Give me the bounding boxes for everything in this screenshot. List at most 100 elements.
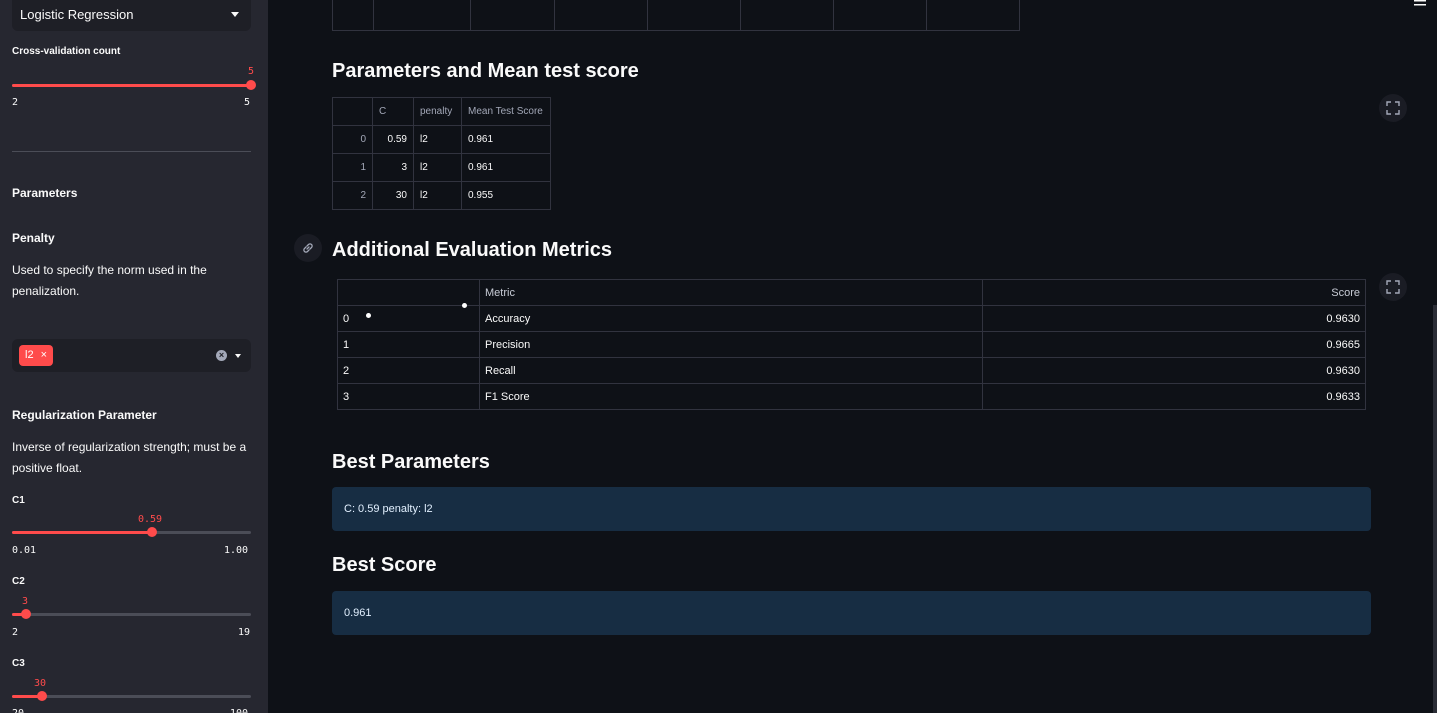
table-cell: F1 Score xyxy=(479,383,983,410)
table-header-row: C penalty Mean Test Score xyxy=(332,97,551,126)
c3-slider-value: 30 xyxy=(34,678,47,689)
c2-slider-max: 19 xyxy=(238,627,251,638)
cv-slider-thumb[interactable] xyxy=(246,80,256,90)
chevron-down-icon xyxy=(231,12,239,17)
table-cell: 0.59 xyxy=(372,125,414,154)
sidebar: Logistic Regression Cross-validation cou… xyxy=(0,0,268,713)
reg-help: Inverse of regularization strength; must… xyxy=(12,440,247,475)
menu-icon[interactable] xyxy=(1414,0,1426,8)
penalty-chip[interactable]: l2 × xyxy=(19,345,54,366)
penalty-multiselect[interactable]: l2 × × xyxy=(12,339,251,372)
c1-slider-min: 0.01 xyxy=(12,545,37,556)
best-score-box: 0.961 xyxy=(332,591,1371,635)
table-cell: 0 xyxy=(337,305,480,332)
table-cell: 0.961 xyxy=(461,153,551,182)
table-cell: Recall xyxy=(479,357,983,384)
table-row: 1 Precision 0.9665 xyxy=(337,331,1366,358)
c1-slider-value: 0.59 xyxy=(138,514,163,525)
table-cell: l2 xyxy=(413,125,462,154)
c2-label: C2 xyxy=(12,576,25,587)
table-cell: l2 xyxy=(413,153,462,182)
cv-slider-fill xyxy=(12,84,251,87)
metrics-table: Metric Score 0 Accuracy 0.9630 1 Precisi… xyxy=(337,279,1366,410)
table-row: 0 0.59 l2 0.961 xyxy=(332,125,551,154)
table-row: 0 Accuracy 0.9630 xyxy=(337,305,1366,332)
fullscreen-icon[interactable] xyxy=(1379,273,1407,301)
cursor-dot xyxy=(366,313,371,318)
table-header[interactable]: penalty xyxy=(413,97,462,126)
table-row: 3 F1 Score 0.9633 xyxy=(337,383,1366,410)
table-cell: 30 xyxy=(372,181,414,210)
table-cell: l2 xyxy=(413,181,462,210)
table-cell: Precision xyxy=(479,331,983,358)
c1-slider-fill xyxy=(12,531,152,534)
table-cell: 0 xyxy=(332,125,373,154)
table-row: 2 30 l2 0.955 xyxy=(332,181,551,210)
params-table: C penalty Mean Test Score 0 0.59 l2 0.96… xyxy=(332,97,551,210)
c1-label: C1 xyxy=(12,495,25,506)
table-header xyxy=(332,97,373,126)
c3-slider-thumb[interactable] xyxy=(37,691,47,701)
cv-slider-min: 2 xyxy=(12,97,19,108)
best-params-box: C: 0.59 penalty: l2 xyxy=(332,487,1371,531)
table-header[interactable]: Metric xyxy=(479,279,983,306)
table-cell: 0.961 xyxy=(461,125,551,154)
c3-slider-min: 20 xyxy=(12,708,24,713)
c2-slider-value: 3 xyxy=(22,596,29,607)
table-cell: 3 xyxy=(372,153,414,182)
c1-slider[interactable] xyxy=(12,527,251,537)
close-icon[interactable]: × xyxy=(41,349,47,361)
c3-label: C3 xyxy=(12,658,25,669)
table-header[interactable]: C xyxy=(372,97,414,126)
table-cell: 2 xyxy=(332,181,373,210)
best-params-value: C: 0.59 penalty: l2 xyxy=(344,503,433,515)
table-header[interactable]: Score xyxy=(982,279,1366,306)
cv-slider[interactable] xyxy=(12,80,256,90)
penalty-help: Used to specify the norm used in the pen… xyxy=(12,263,207,298)
penalty-heading: Penalty xyxy=(12,231,55,245)
c1-slider-thumb[interactable] xyxy=(147,527,157,537)
table-row: 2 Recall 0.9630 xyxy=(337,357,1366,384)
chevron-down-icon[interactable] xyxy=(235,354,241,358)
table-cell: 1 xyxy=(332,153,373,182)
c2-slider-min: 2 xyxy=(12,627,19,638)
table-cell: 0.9630 xyxy=(982,357,1366,384)
table-cell: 0.9665 xyxy=(982,331,1366,358)
c3-slider-max: 100 xyxy=(230,708,248,713)
params-heading: Parameters and Mean test score xyxy=(332,60,639,82)
fullscreen-icon[interactable] xyxy=(1379,94,1407,122)
table-header xyxy=(337,279,480,306)
cv-slider-value: 5 xyxy=(248,66,255,77)
table-cell: 0.9633 xyxy=(982,383,1366,410)
model-select[interactable]: Logistic Regression xyxy=(12,0,251,31)
table-cell: Accuracy xyxy=(479,305,983,332)
parameters-heading: Parameters xyxy=(12,186,78,200)
truncated-table xyxy=(332,0,1020,31)
penalty-chip-label: l2 xyxy=(25,349,34,361)
c1-slider-max: 1.00 xyxy=(224,545,249,556)
table-cell: 3 xyxy=(337,383,480,410)
cursor-dot xyxy=(462,303,467,308)
reg-heading: Regularization Parameter xyxy=(12,408,157,422)
table-cell: 2 xyxy=(337,357,480,384)
table-row: 1 3 l2 0.961 xyxy=(332,153,551,182)
table-cell: 0.9630 xyxy=(982,305,1366,332)
table-cell: 1 xyxy=(337,331,480,358)
divider xyxy=(12,151,251,152)
table-header[interactable]: Mean Test Score xyxy=(461,97,551,126)
model-select-value: Logistic Regression xyxy=(20,7,134,22)
table-cell: 0.955 xyxy=(461,181,551,210)
clear-icon[interactable]: × xyxy=(216,350,227,361)
cv-label: Cross-validation count xyxy=(12,46,121,57)
best-params-heading: Best Parameters xyxy=(332,451,490,473)
best-score-value: 0.961 xyxy=(344,607,372,619)
table-header-row: Metric Score xyxy=(337,279,1366,306)
scrollbar[interactable] xyxy=(1433,305,1437,713)
c2-slider[interactable] xyxy=(12,609,251,619)
metrics-heading: Additional Evaluation Metrics xyxy=(332,239,613,261)
cv-slider-max: 5 xyxy=(244,97,251,108)
link-icon[interactable] xyxy=(294,234,322,262)
c2-slider-thumb[interactable] xyxy=(21,609,31,619)
c3-slider[interactable] xyxy=(12,691,251,701)
best-score-heading: Best Score xyxy=(332,554,437,576)
